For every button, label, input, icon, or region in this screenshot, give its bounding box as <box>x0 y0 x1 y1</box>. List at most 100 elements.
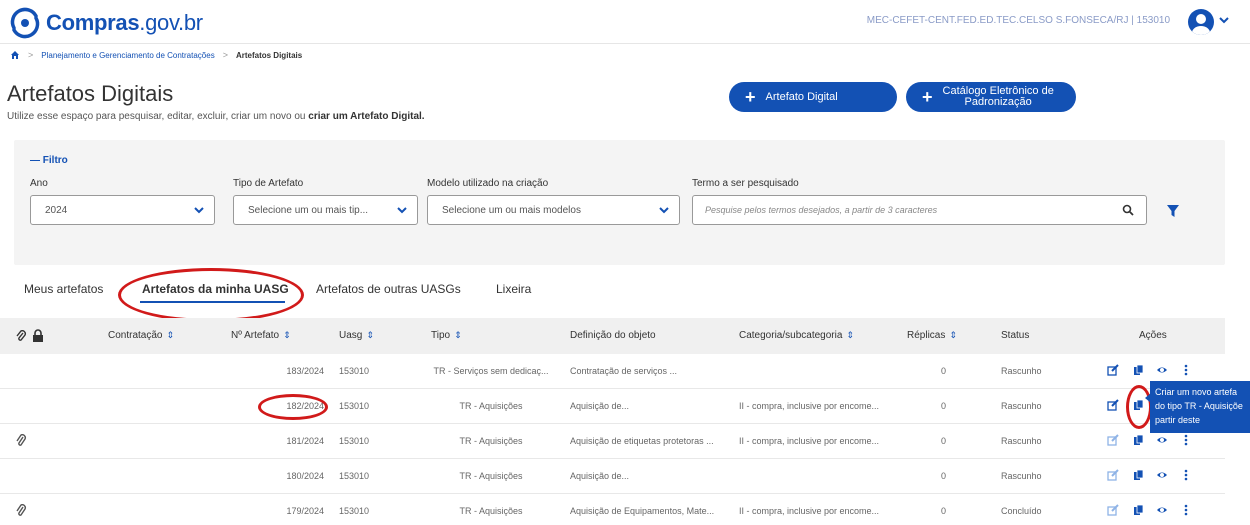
breadcrumb-item-planejamento[interactable]: Planejamento e Gerenciamento de Contrata… <box>41 51 214 60</box>
more-options-icon[interactable] <box>1180 469 1192 481</box>
tab-lixeira[interactable]: Lixeira <box>496 282 531 296</box>
ano-label: Ano <box>30 178 48 189</box>
cell-definicao: Aquisição de Equipamentos, Mate... <box>570 506 715 516</box>
cell-definicao: Aquisição de... <box>570 471 630 481</box>
edit-icon[interactable] <box>1107 469 1119 481</box>
copy-icon[interactable] <box>1133 469 1145 481</box>
tipo-artefato-select[interactable]: Selecione um ou mais tip... <box>233 195 418 225</box>
cell-numero: 179/2024 <box>286 506 324 516</box>
chevron-down-icon <box>194 207 204 214</box>
lock-icon <box>33 329 43 342</box>
cell-tipo: TR - Serviços sem dedicaç... <box>433 366 549 376</box>
col-uasg[interactable]: Uasg ⇕ <box>339 330 374 341</box>
cell-uasg: 153010 <box>339 506 370 516</box>
view-eye-icon[interactable] <box>1156 504 1168 516</box>
tabs-bar: Meus artefatos Artefatos da minha UASG A… <box>0 270 1250 312</box>
termo-search-input[interactable]: Pesquise pelos termos desejados, a parti… <box>692 195 1147 225</box>
cell-status: Concluído <box>1001 506 1042 516</box>
col-categoria[interactable]: Categoria/subcategoria ⇕ <box>739 330 854 341</box>
cell-status: Rascunho <box>1001 401 1042 411</box>
cell-tipo: TR - Aquisições <box>459 471 523 481</box>
chevron-down-icon <box>397 207 407 214</box>
more-options-icon[interactable] <box>1180 504 1192 516</box>
attachment-icon[interactable] <box>15 504 27 518</box>
paperclip-icon <box>16 330 26 341</box>
table-row[interactable]: 181/2024 153010 TR - Aquisições Aquisição d… <box>0 424 1225 459</box>
view-eye-icon[interactable] <box>1156 364 1168 376</box>
copy-icon[interactable] <box>1133 504 1145 516</box>
plus-icon: + <box>922 87 933 107</box>
view-eye-icon[interactable] <box>1156 469 1168 481</box>
cell-tipo: TR - Aquisições <box>459 506 523 516</box>
user-avatar-icon[interactable] <box>1188 9 1214 35</box>
edit-icon[interactable] <box>1107 399 1119 411</box>
copy-icon[interactable] <box>1133 364 1145 376</box>
edit-icon[interactable] <box>1107 364 1119 376</box>
cell-numero: 182/2024 <box>286 401 324 411</box>
tab-meus-artefatos[interactable]: Meus artefatos <box>24 282 103 296</box>
cell-numero: 180/2024 <box>286 471 324 481</box>
cell-definicao: Contratação de serviços ... <box>570 366 678 376</box>
cell-definicao: Aquisição de etiquetas protetoras ... <box>570 436 714 446</box>
filter-panel: — Filtro Ano 2024 Tipo de Artefato Selec… <box>14 140 1225 265</box>
filter-funnel-icon[interactable] <box>1166 204 1180 218</box>
col-tipo[interactable]: Tipo ⇕ <box>431 330 462 341</box>
col-status: Status <box>1001 330 1030 341</box>
logo-icon <box>10 7 40 39</box>
tab-artefatos-outras-uasgs[interactable]: Artefatos de outras UASGs <box>316 282 461 296</box>
col-acoes: Ações <box>1139 330 1167 341</box>
active-tab-indicator <box>140 301 285 303</box>
table-row[interactable]: 183/2024 153010 TR - Serviços sem dedicaç.… <box>0 354 1225 389</box>
table-row[interactable]: 180/2024 153010 TR - Aquisições Aquisição d… <box>0 459 1225 494</box>
modelo-label: Modelo utilizado na criação <box>427 178 549 189</box>
breadcrumb-separator: > <box>222 50 228 60</box>
col-numero[interactable]: Nº Artefato ⇕ <box>231 330 291 341</box>
attachment-icon[interactable] <box>15 434 27 448</box>
table-header: Contratação ⇕ Nº Artefato ⇕ Uasg ⇕ Tipo ⇕ De… <box>0 318 1225 354</box>
cell-tipo: TR - Aquisições <box>459 401 523 411</box>
col-replicas[interactable]: Réplicas ⇕ <box>907 330 957 341</box>
chevron-down-icon[interactable] <box>1218 14 1230 26</box>
compras-logo[interactable]: Compras.gov.br <box>8 6 203 40</box>
breadcrumb-separator: > <box>28 50 34 60</box>
logo-text: Compras.gov.br <box>46 10 203 35</box>
cell-uasg: 153010 <box>339 471 370 481</box>
col-contratacao[interactable]: Contratação ⇕ <box>108 330 174 341</box>
more-options-icon[interactable] <box>1180 364 1192 376</box>
breadcrumb-item-current: Artefatos Digitais <box>235 50 303 60</box>
copy-icon[interactable] <box>1133 399 1145 411</box>
more-options-icon[interactable] <box>1180 434 1192 446</box>
cell-categoria: II - compra, inclusive por encome... <box>739 506 880 516</box>
col-definicao: Definição do objeto <box>570 330 656 341</box>
cell-uasg: 153010 <box>339 366 370 376</box>
cell-status: Rascunho <box>1001 471 1042 481</box>
cell-status: Rascunho <box>1001 436 1042 446</box>
cell-categoria: II - compra, inclusive por encome... <box>739 401 880 411</box>
cell-uasg: 153010 <box>339 401 370 411</box>
copy-icon[interactable] <box>1133 434 1145 446</box>
search-icon[interactable] <box>1122 204 1134 216</box>
cell-categoria: II - compra, inclusive por encome... <box>739 436 880 446</box>
cell-numero: 183/2024 <box>286 366 324 376</box>
cell-status: Rascunho <box>1001 366 1042 376</box>
tab-artefatos-minha-uasg[interactable]: Artefatos da minha UASG <box>142 282 289 296</box>
edit-icon[interactable] <box>1107 434 1119 446</box>
edit-icon[interactable] <box>1107 504 1119 516</box>
tipo-artefato-label: Tipo de Artefato <box>233 178 304 189</box>
cell-uasg: 153010 <box>339 436 370 446</box>
home-icon[interactable] <box>10 50 20 60</box>
add-artefato-digital-button[interactable]: + Artefato Digital <box>729 82 897 112</box>
cell-replicas: 0 <box>941 471 947 481</box>
table-row[interactable]: 179/2024 153010 TR - Aquisições Aquisição d… <box>0 494 1225 525</box>
chevron-down-icon <box>659 207 669 214</box>
cell-numero: 181/2024 <box>286 436 324 446</box>
cell-definicao: Aquisição de... <box>570 401 630 411</box>
add-catalogo-button[interactable]: + Catálogo Eletrônico de Padronização <box>906 82 1076 112</box>
cell-replicas: 0 <box>941 436 947 446</box>
modelo-select[interactable]: Selecione um ou mais modelos <box>427 195 680 225</box>
user-identification: MEC-CEFET-CENT.FED.ED.TEC.CELSO S.FONSEC… <box>866 15 1170 26</box>
table-row[interactable]: 182/2024 153010 TR - Aquisições Aquisição d… <box>0 389 1225 424</box>
view-eye-icon[interactable] <box>1156 434 1168 446</box>
filter-toggle[interactable]: — Filtro <box>30 155 68 166</box>
ano-select[interactable]: 2024 <box>30 195 215 225</box>
